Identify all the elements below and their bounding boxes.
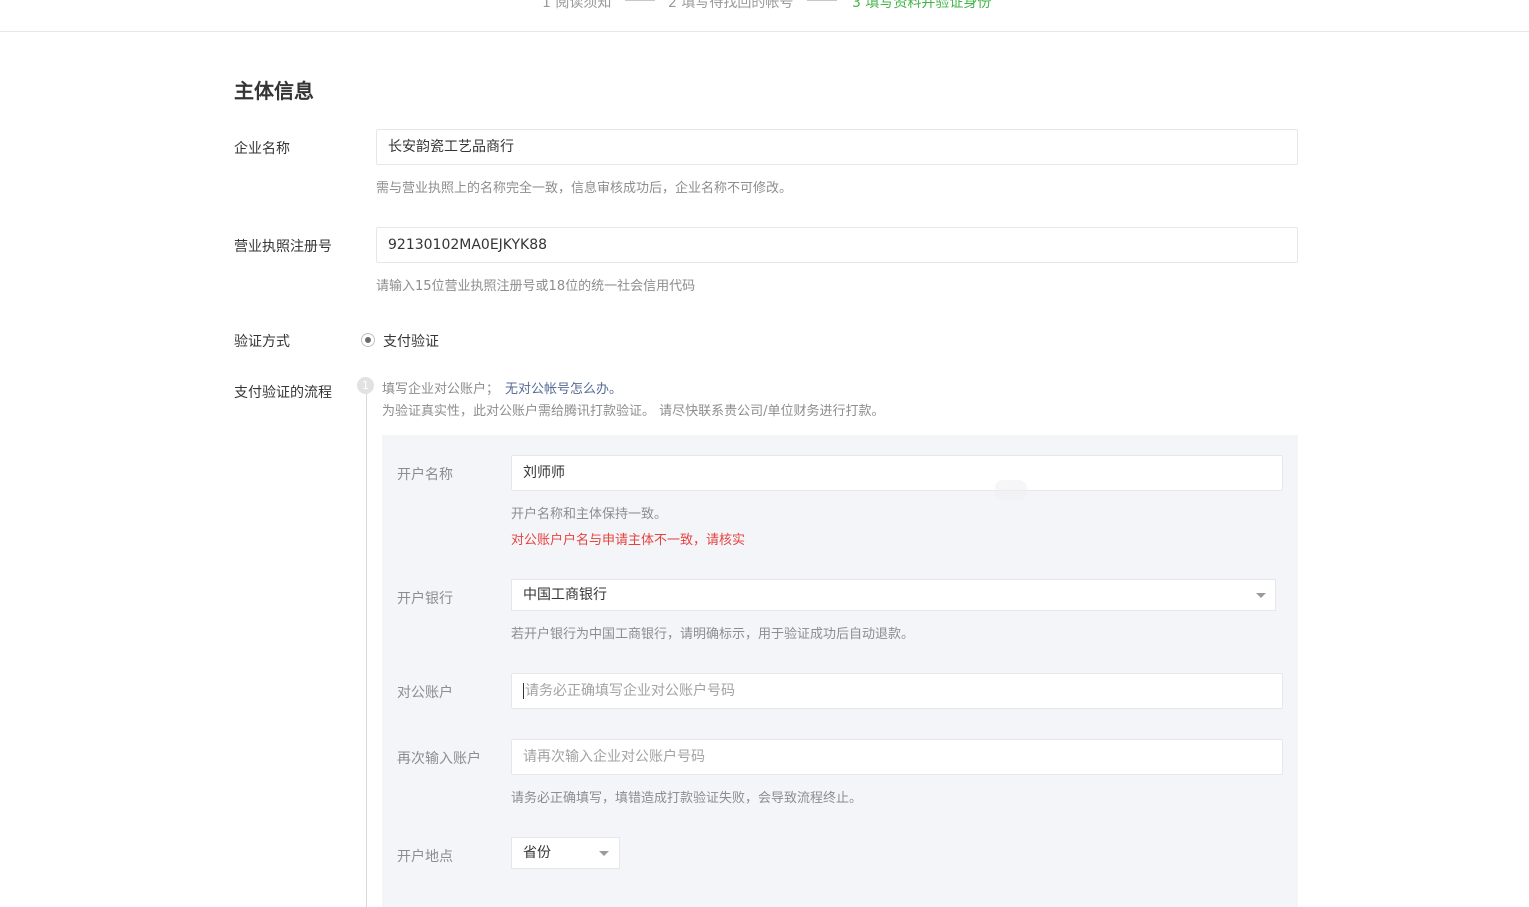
account-name-label: 开户名称 — [397, 467, 453, 483]
company-name-input[interactable]: 长安韵瓷工艺品商行 — [376, 129, 1298, 165]
province-select[interactable]: 省份 — [511, 837, 620, 869]
step-divider — [625, 0, 655, 1]
bank-tip: 若开户银行为中国工商银行，请明确标示，用于验证成功后自动退款。 — [511, 627, 915, 642]
province-select-value: 省份 — [523, 845, 551, 861]
account-name-tip: 开户名称和主体保持一致。 — [511, 507, 668, 522]
license-number-tip: 请输入15位营业执照注册号或18位的统一社会信用代码 — [376, 279, 696, 294]
step-bar: 1 阅读须知 2 填写待找回的帐号 3 填写资料并验证身份 — [0, 0, 1529, 32]
account-input-placeholder: 请务必正确填写企业对公账户号码 — [525, 683, 735, 699]
bank-select-value: 中国工商银行 — [523, 587, 607, 603]
bank-label: 开户银行 — [397, 591, 453, 607]
account-label: 对公账户 — [397, 685, 453, 701]
account-repeat-input[interactable]: 请再次输入企业对公账户号码 — [511, 739, 1283, 775]
license-number-label: 营业执照注册号 — [234, 239, 332, 255]
step-read-notice: 1 阅读须知 — [542, 0, 612, 11]
chevron-down-icon — [1256, 593, 1266, 598]
account-name-input[interactable]: 刘师师 — [511, 455, 1283, 491]
text-cursor — [523, 683, 524, 699]
account-name-error: 对公账户户名与申请主体不一致，请核实 — [511, 533, 746, 548]
company-name-tip: 需与营业执照上的名称完全一致，信息审核成功后，企业名称不可修改。 — [376, 181, 793, 196]
flow-timeline — [366, 386, 367, 907]
chevron-down-icon — [599, 851, 609, 856]
location-label: 开户地点 — [397, 849, 453, 865]
account-repeat-tip: 请务必正确填写，填错造成打款验证失败，会导致流程终止。 — [511, 791, 863, 806]
payment-verify-option[interactable]: 支付验证 — [383, 331, 439, 351]
flow-step-text: 填写企业对公账户； 无对公帐号怎么办。 — [382, 378, 622, 397]
flow-step-number: 1 — [357, 377, 374, 394]
section-title: 主体信息 — [234, 79, 314, 103]
license-number-input[interactable]: 92130102MA0EJKYK88 — [376, 227, 1298, 263]
tooltip-ghost — [995, 480, 1027, 500]
payment-verify-radio[interactable] — [361, 333, 375, 347]
bank-select[interactable]: 中国工商银行 — [511, 579, 1276, 611]
company-name-label: 企业名称 — [234, 141, 290, 157]
verify-method-label: 验证方式 — [234, 334, 290, 350]
step-verify-identity: 3 填写资料并验证身份 — [852, 0, 992, 11]
payment-flow-label: 支付验证的流程 — [234, 385, 332, 401]
account-input[interactable]: 请务必正确填写企业对公账户号码 — [511, 673, 1283, 709]
flow-step-desc: 为验证真实性，此对公账户需给腾讯打款验证。 请尽快联系贵公司/单位财务进行打款。 — [382, 404, 885, 419]
step-fill-account: 2 填写待找回的帐号 — [668, 0, 794, 11]
flow-step-title: 填写企业对公账户； — [382, 382, 500, 397]
no-account-help-link[interactable]: 无对公帐号怎么办。 — [505, 382, 622, 397]
step-divider — [807, 0, 837, 1]
account-repeat-label: 再次输入账户 — [397, 751, 481, 767]
